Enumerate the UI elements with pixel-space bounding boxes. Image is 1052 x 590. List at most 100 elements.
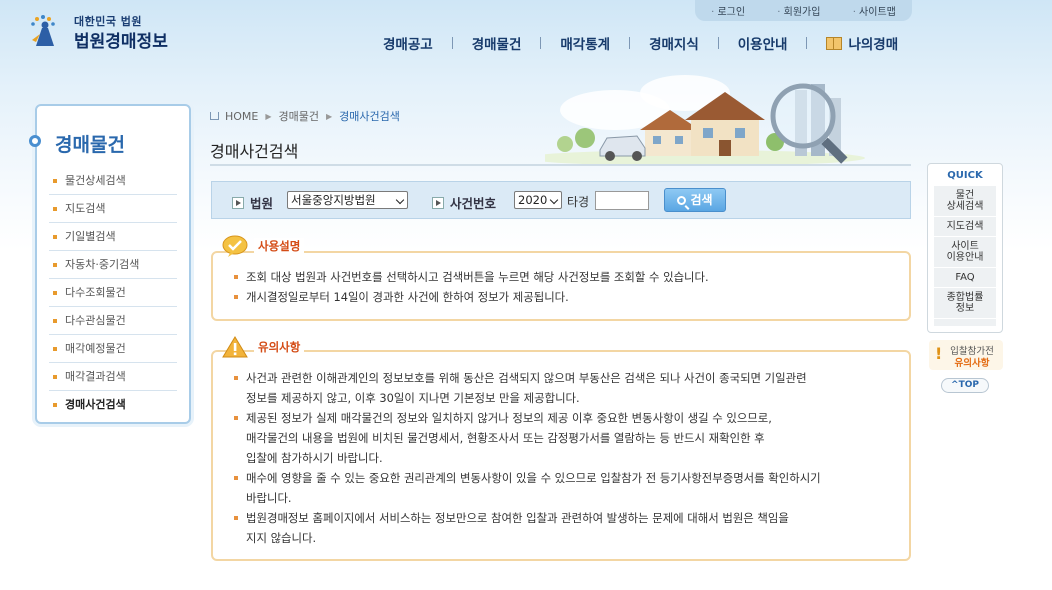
side-nav-title: 경매물건 [55, 134, 125, 156]
caution-line: 지지 않습니다. [246, 531, 317, 545]
usage-heading: 사용설명 [222, 235, 305, 257]
side-navigation: 경매물건 물건상세검색 지도검색 기일별검색 자동차·중기검색 다수조회물건 다… [29, 104, 191, 424]
quick-item-faq[interactable]: FAQ [934, 268, 996, 288]
title-divider [210, 164, 911, 166]
nav-divider [806, 37, 808, 49]
side-nav-item[interactable]: 지도검색 [49, 195, 177, 223]
caution-line: 매각물건의 내용을 법원에 비치된 물건명세서, 현황조사서 또는 감정평가서를… [246, 431, 765, 445]
caution-line: 정보를 제공하지 않고, 이후 30일이 지나면 기본정보 만을 제공합니다. [246, 391, 580, 405]
nav-divider [540, 37, 542, 49]
usage-item: 개시결정일로부터 14일이 경과한 사건에 한하여 정보가 제공됩니다. [233, 287, 709, 307]
book-icon [826, 37, 843, 50]
caution-line: 입찰에 참가하시기 바랍니다. [246, 451, 383, 465]
breadcrumb: HOME ▶ 경매물건 ▶ 경매사건검색 [210, 108, 400, 124]
quick-list: 물건 상세검색 지도검색 사이트 이용안내 FAQ 종합법률 정보 [934, 186, 996, 326]
bid-notice-link[interactable]: ! 입찰참가전 유의사항 [929, 340, 1003, 370]
check-bubble-icon [222, 235, 248, 257]
nav-auction-items[interactable]: 경매물건 [472, 33, 522, 53]
breadcrumb-arrow-icon: ▶ [265, 111, 272, 121]
quick-item-legal-info[interactable]: 종합법률 정보 [934, 288, 996, 319]
caution-box: 사건과 관련한 이해관계인의 정보보호를 위해 동산은 검색되지 않으며 부동산… [211, 350, 911, 561]
court-emblem-icon [31, 15, 55, 46]
caution-item: 사건과 관련한 이해관계인의 정보보호를 위해 동산은 검색되지 않으며 부동산… [233, 368, 821, 408]
caution-heading: 유의사항 [222, 335, 305, 359]
houses-magnifier-illustration [545, 83, 865, 164]
quick-item-line: FAQ [955, 272, 975, 283]
case-search-bar: 법원 서울중앙지방법원 사건번호 2020 타경 검색 [211, 181, 911, 219]
nav-auction-notice[interactable]: 경매공고 [383, 33, 433, 53]
case-number-input[interactable] [595, 191, 649, 210]
quick-item-line: 지도검색 [946, 221, 984, 232]
caution-line: 매수에 영향을 줄 수 있는 중요한 권리관계의 변동사항이 있을 수 있으므로… [246, 471, 821, 485]
side-nav-item[interactable]: 다수조회물건 [49, 279, 177, 307]
search-button[interactable]: 검색 [664, 188, 726, 212]
top-button-label: TOP [958, 380, 979, 390]
caution-line: 제공된 정보가 실제 매각물건의 정보와 일치하지 않거나 정보의 제공 이후 … [246, 411, 772, 425]
quick-menu: QUICK 물건 상세검색 지도검색 사이트 이용안내 FAQ 종합법률 정보 [927, 163, 1003, 333]
breadcrumb-current: 경매사건검색 [339, 110, 400, 123]
bullet-icon [29, 135, 41, 147]
nav-my-auction[interactable]: 나의경매 [826, 33, 898, 53]
court-label: 법원 [232, 193, 273, 212]
caution-line: 바랍니다. [246, 491, 292, 505]
court-label-text: 법원 [250, 196, 274, 211]
quick-item-map-search[interactable]: 지도검색 [934, 217, 996, 237]
caution-title: 유의사항 [254, 339, 305, 355]
home-icon [210, 112, 219, 120]
sitemap-link[interactable]: 사이트맵 [853, 3, 896, 18]
caution-item: 매수에 영향을 줄 수 있는 중요한 권리관계의 변동사항이 있을 수 있으므로… [233, 468, 821, 508]
quick-item-line: 정보 [955, 303, 975, 314]
quick-item-site-guide[interactable]: 사이트 이용안내 [934, 237, 996, 268]
nav-divider [717, 37, 719, 49]
usage-title: 사용설명 [254, 238, 305, 254]
quick-item-line: 종합법률 [946, 292, 984, 303]
login-link[interactable]: 로그인 [711, 3, 745, 18]
usage-item: 조회 대상 법원과 사건번호를 선택하시고 검색버튼을 누르면 해당 사건정보를… [233, 267, 709, 287]
case-number-label: 사건번호 [432, 193, 496, 212]
quick-item-line: 상세검색 [946, 201, 984, 212]
caution-item: 제공된 정보가 실제 매각물건의 정보와 일치하지 않거나 정보의 제공 이후 … [233, 408, 821, 468]
side-nav-item-active[interactable]: 경매사건검색 [49, 391, 177, 419]
arrow-box-icon [232, 197, 244, 209]
nav-divider [629, 37, 631, 49]
top-button[interactable]: ^TOP [941, 378, 989, 393]
quick-item-detail-search[interactable]: 물건 상세검색 [934, 186, 996, 217]
warning-icon [222, 336, 248, 358]
side-nav-item[interactable]: 매각예정물건 [49, 335, 177, 363]
quick-item-line: 이용안내 [946, 252, 984, 263]
logo-title: 법원경매정보 [74, 32, 168, 52]
quick-title: QUICK [947, 170, 983, 181]
nav-my-auction-label: 나의경매 [848, 37, 899, 53]
side-nav-item[interactable]: 매각결과검색 [49, 363, 177, 391]
breadcrumb-arrow-icon: ▶ [326, 111, 333, 121]
side-nav-item[interactable]: 자동차·중기검색 [49, 251, 177, 279]
nav-divider [451, 37, 453, 49]
nav-user-guide[interactable]: 이용안내 [738, 33, 788, 53]
utility-bar: 로그인 회원가입 사이트맵 [695, 0, 912, 21]
main-navigation: 경매공고 경매물건 매각통계 경매지식 이용안내 나의경매 [383, 33, 898, 53]
nav-sale-statistics[interactable]: 매각통계 [560, 33, 610, 53]
quick-item-line: 사이트 [951, 241, 979, 252]
case-type-label: 타경 [567, 195, 590, 209]
bid-notice-line2: 유의사항 [954, 358, 990, 369]
usage-box: 조회 대상 법원과 사건번호를 선택하시고 검색버튼을 누르면 해당 사건정보를… [211, 251, 911, 321]
search-icon [677, 196, 687, 205]
nav-auction-knowledge[interactable]: 경매지식 [649, 33, 699, 53]
breadcrumb-home[interactable]: HOME [225, 110, 258, 123]
court-select[interactable]: 서울중앙지방법원 [287, 191, 408, 209]
arrow-box-icon [432, 197, 444, 209]
quick-item-line: 물건 [955, 190, 975, 201]
chevron-up-icon: ^ [951, 380, 959, 390]
signup-link[interactable]: 회원가입 [777, 3, 821, 18]
page-title: 경매사건검색 [210, 142, 299, 161]
breadcrumb-item[interactable]: 경매물건 [279, 108, 319, 124]
search-button-label: 검색 [690, 193, 713, 207]
caution-line: 사건과 관련한 이해관계인의 정보보호를 위해 동산은 검색되지 않으며 부동산… [246, 371, 807, 385]
year-select[interactable]: 2020 [514, 191, 562, 209]
exclamation-icon: ! [935, 344, 943, 363]
caution-item: 법원경매정보 홈페이지에서 서비스하는 정보만으로 참여한 입찰과 관련하여 발… [233, 508, 821, 548]
side-nav-item[interactable]: 다수관심물건 [49, 307, 177, 335]
side-nav-item[interactable]: 물건상세검색 [49, 167, 177, 195]
site-logo[interactable]: 대한민국 법원 법원경매정보 [26, 10, 176, 52]
side-nav-item[interactable]: 기일별검색 [49, 223, 177, 251]
